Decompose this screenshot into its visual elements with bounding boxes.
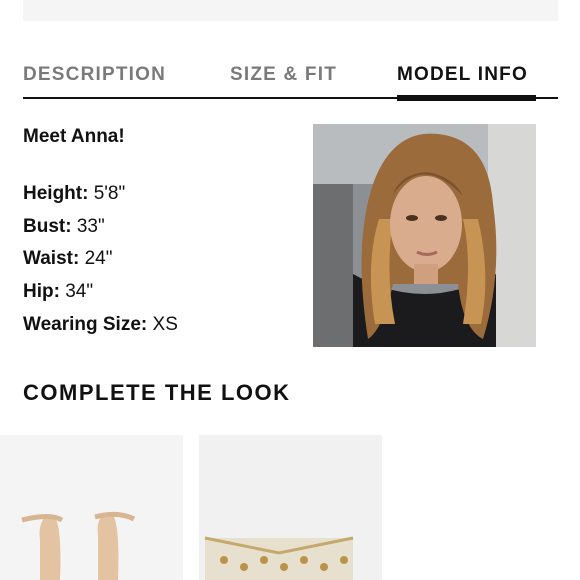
stat-label: Wearing Size: — [23, 314, 148, 335]
stat-wearing-size: Wearing Size: XS — [23, 314, 178, 336]
top-bar — [23, 0, 558, 21]
product-card-clutch[interactable] — [199, 435, 382, 580]
stat-value: 5'8" — [93, 183, 126, 204]
tab-model-info[interactable]: MODEL INFO — [397, 64, 528, 86]
stat-hip: Hip: 34" — [23, 281, 93, 303]
stat-label: Height: — [23, 183, 89, 204]
clutch-image — [199, 435, 382, 580]
complete-the-look-title: COMPLETE THE LOOK — [23, 380, 291, 405]
stat-label: Waist: — [23, 248, 80, 269]
stat-value: XS — [152, 314, 178, 335]
stat-bust: Bust: 33" — [23, 216, 105, 238]
stat-value: 33" — [76, 216, 105, 237]
stat-value: 34" — [65, 281, 94, 302]
stat-waist: Waist: 24" — [23, 248, 112, 270]
stat-label: Hip: — [23, 281, 60, 302]
product-card-heels[interactable] — [0, 435, 183, 580]
heels-image — [0, 435, 183, 580]
active-tab-indicator — [397, 95, 536, 101]
tab-size-and-fit[interactable]: SIZE & FIT — [230, 64, 337, 86]
stat-height: Height: 5'8" — [23, 183, 125, 205]
tab-bar: DESCRIPTION SIZE & FIT MODEL INFO — [23, 60, 558, 101]
tab-description[interactable]: DESCRIPTION — [23, 64, 166, 86]
model-greeting: Meet Anna! — [23, 126, 125, 147]
stat-label: Bust: — [23, 216, 72, 237]
stat-value: 24" — [84, 248, 113, 269]
model-photo — [313, 124, 536, 347]
